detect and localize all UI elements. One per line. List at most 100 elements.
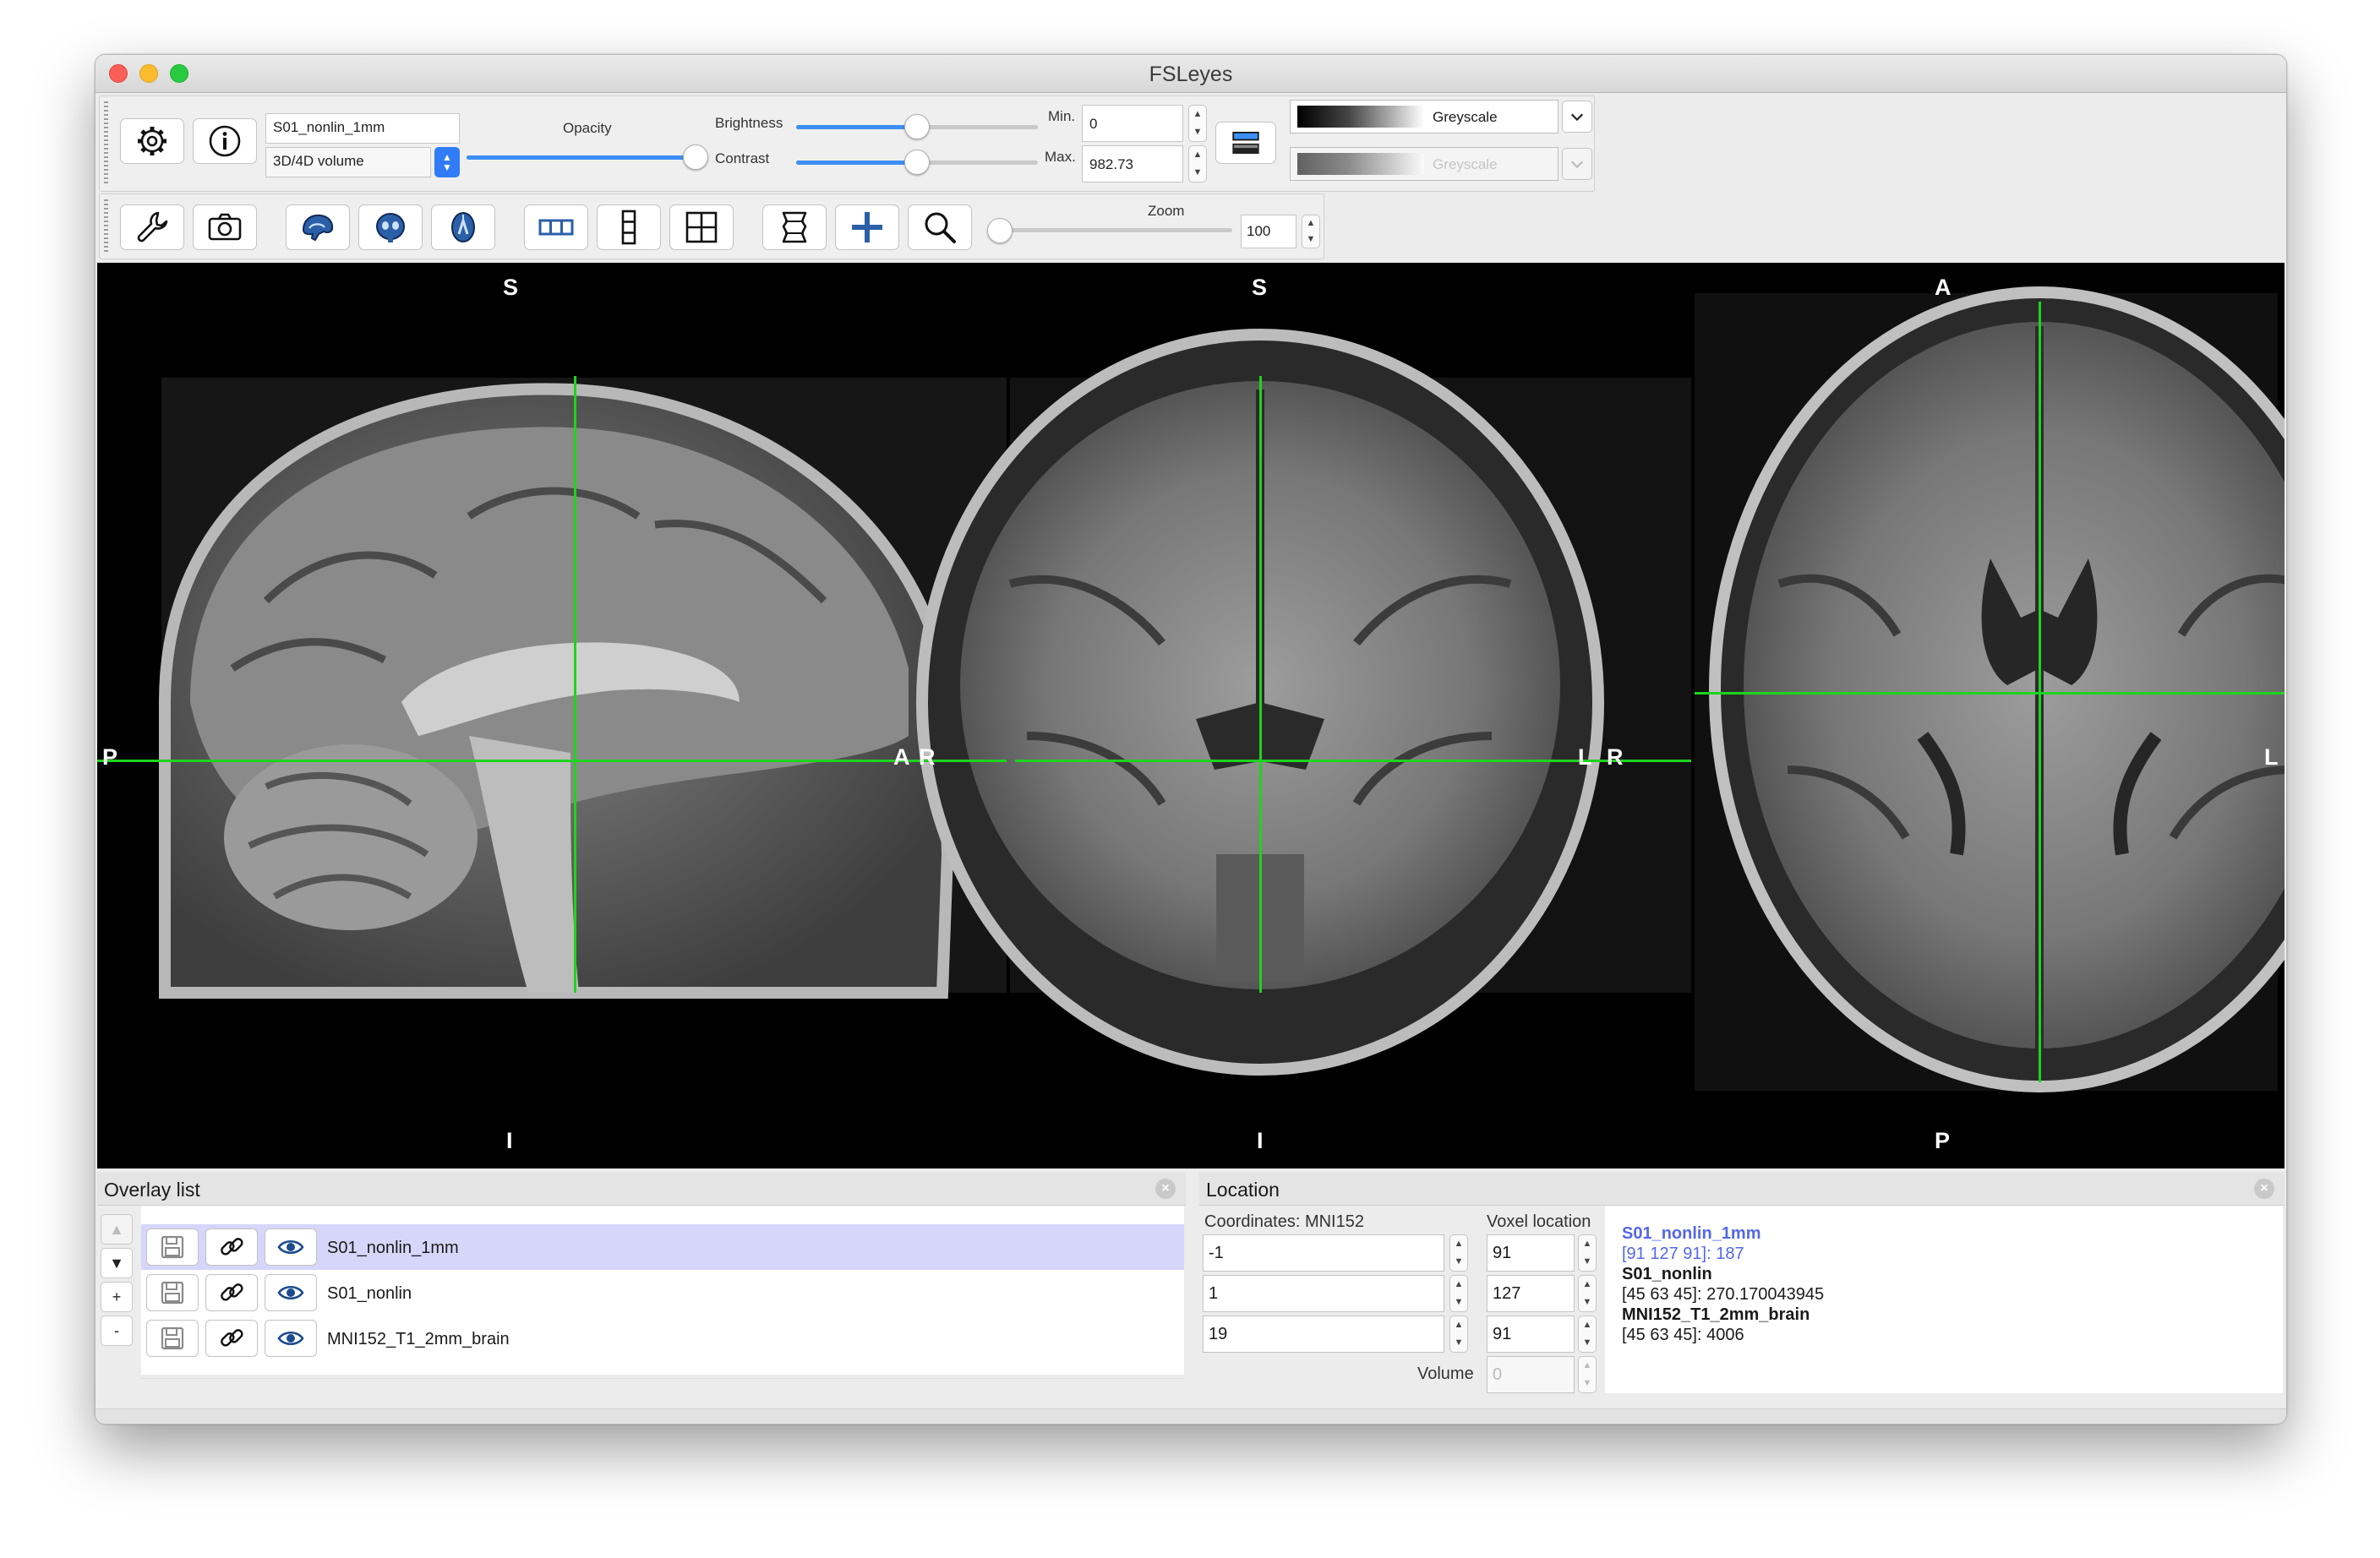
- opacity-slider-knob[interactable]: [683, 144, 708, 170]
- toggle-visibility-button[interactable]: [265, 1228, 317, 1266]
- colormap-gradient: [1297, 106, 1424, 128]
- location-title: Location: [1206, 1179, 1280, 1201]
- overlay-type-dropdown-arrow[interactable]: ▲ ▼: [434, 147, 460, 177]
- overlay-type-select[interactable]: 3D/4D volume: [265, 147, 431, 177]
- close-overlay-list-button[interactable]: ×: [1155, 1179, 1176, 1199]
- max-value-stepper[interactable]: ▲ ▼: [1188, 145, 1207, 182]
- min-value-field[interactable]: 0: [1082, 105, 1183, 142]
- chain-link-icon: [221, 1329, 243, 1347]
- vertical-layout-button[interactable]: [597, 204, 661, 250]
- display-settings-button[interactable]: [120, 118, 184, 164]
- overlay-name-field[interactable]: S01_nonlin_1mm: [265, 113, 460, 144]
- grid-layout-icon: [685, 211, 718, 243]
- colormap-dropdown[interactable]: [1562, 101, 1592, 133]
- min-value-stepper[interactable]: ▲ ▼: [1188, 105, 1207, 142]
- voxel-y-field[interactable]: 127: [1487, 1275, 1575, 1312]
- link-overlay-button[interactable]: [205, 1228, 258, 1266]
- toggle-cursor-button[interactable]: [835, 204, 899, 250]
- view-settings-button[interactable]: [120, 204, 184, 250]
- sagittal-slice-image: [159, 378, 1007, 999]
- location-info-panel: S01_nonlin_1mm [91 127 91]: 187 S01_nonl…: [1605, 1206, 2283, 1393]
- coronal-label-bottom: I: [1257, 1128, 1264, 1153]
- coordinate-x-stepper[interactable]: ▲ ▼: [1449, 1234, 1468, 1272]
- brightness-slider-knob[interactable]: [904, 114, 930, 139]
- grid-layout-button[interactable]: [669, 204, 734, 250]
- coordinate-x-field[interactable]: -1: [1203, 1234, 1444, 1272]
- movie-mode-button[interactable]: [762, 204, 827, 250]
- move-overlay-down-button[interactable]: ▼: [101, 1248, 133, 1278]
- coronal-label-left: R: [919, 744, 936, 770]
- axial-label-bottom: P: [1935, 1128, 1951, 1153]
- zoom-value-field[interactable]: 100: [1241, 215, 1296, 248]
- link-overlay-button[interactable]: [205, 1320, 258, 1357]
- sagittal-label-right: A: [893, 744, 910, 770]
- coordinate-z-stepper[interactable]: ▲ ▼: [1449, 1316, 1468, 1353]
- voxel-x-field[interactable]: 91: [1487, 1234, 1575, 1272]
- add-overlay-button[interactable]: +: [101, 1282, 133, 1312]
- eye-icon: [277, 1285, 304, 1300]
- move-overlay-up-button[interactable]: ▲: [101, 1214, 133, 1245]
- toggle-axial-button[interactable]: [431, 204, 495, 250]
- coordinate-y-stepper[interactable]: ▲ ▼: [1449, 1275, 1468, 1312]
- toggle-coronal-button[interactable]: [358, 204, 423, 250]
- crosshair-plus-icon: [852, 212, 882, 242]
- remove-overlay-button[interactable]: -: [101, 1316, 133, 1346]
- colormap-label: Greyscale: [1433, 109, 1498, 125]
- zoom-tool-button[interactable]: [908, 204, 972, 250]
- voxel-y-stepper[interactable]: ▲ ▼: [1578, 1275, 1597, 1312]
- info-overlay-name: S01_nonlin: [1622, 1265, 1712, 1283]
- zoom-slider-knob[interactable]: [987, 218, 1013, 243]
- toggle-visibility-button[interactable]: [265, 1274, 317, 1311]
- overlay-display-toolbar: S01_nonlin_1mm 3D/4D volume ▲ ▼ Opacity B…: [99, 95, 1595, 192]
- coronal-cursor-vertical: [1259, 376, 1262, 993]
- coordinate-z-field[interactable]: 19: [1203, 1316, 1444, 1353]
- wrench-icon: [137, 211, 168, 242]
- brain-slices: [159, 286, 2284, 1092]
- overlay-info-button[interactable]: [193, 118, 257, 164]
- max-value-field[interactable]: 982.73: [1082, 145, 1183, 182]
- horizontal-layout-button[interactable]: [524, 204, 588, 250]
- sagittal-label-left: P: [102, 744, 118, 770]
- info-overlay-value: [91 127 91]: 187: [1622, 1245, 1744, 1263]
- sagittal-label-bottom: I: [506, 1128, 513, 1153]
- coronal-brain-icon: [376, 213, 405, 242]
- overlay-list-item[interactable]: MNI152_T1_2mm_brain: [141, 1316, 1184, 1361]
- save-overlay-button[interactable]: [146, 1228, 199, 1266]
- overlay-list-item[interactable]: S01_nonlin: [141, 1270, 1184, 1316]
- zoom-stepper[interactable]: ▲ ▼: [1302, 215, 1320, 248]
- coordinates-label: Coordinates: MNI152: [1204, 1212, 1364, 1231]
- chain-link-icon: [221, 1283, 243, 1301]
- axial-brain-icon: [451, 212, 475, 242]
- toolbar-grip[interactable]: [104, 199, 108, 253]
- coronal-label-top: S: [1252, 275, 1268, 300]
- reset-display-range-button[interactable]: [1215, 122, 1276, 164]
- colormap-select[interactable]: Greyscale: [1290, 100, 1558, 133]
- zoom-slider[interactable]: [999, 228, 1232, 232]
- overlay-list-scrollbar[interactable]: [141, 1378, 1184, 1391]
- volume-label: Volume: [1417, 1365, 1474, 1383]
- eye-icon: [277, 1239, 304, 1255]
- horizontal-layout-icon: [538, 219, 574, 236]
- ortho-canvas[interactable]: S I P A S I R L A P R L: [97, 263, 2284, 1168]
- toggle-visibility-button[interactable]: [265, 1320, 317, 1357]
- save-overlay-button[interactable]: [146, 1274, 199, 1311]
- save-overlay-button[interactable]: [146, 1320, 199, 1357]
- sagittal-cursor-vertical: [574, 376, 576, 993]
- volume-stepper: ▲ ▼: [1578, 1356, 1597, 1393]
- voxel-z-field[interactable]: 91: [1487, 1316, 1575, 1353]
- chevron-down-icon: ▼: [442, 161, 452, 173]
- link-overlay-button[interactable]: [205, 1274, 258, 1311]
- voxel-z-stepper[interactable]: ▲ ▼: [1578, 1316, 1597, 1353]
- overlay-list-item[interactable]: S01_nonlin_1mm: [141, 1224, 1184, 1270]
- opacity-slider[interactable]: [467, 155, 695, 160]
- contrast-slider-knob[interactable]: [904, 150, 930, 175]
- voxel-x-stepper[interactable]: ▲ ▼: [1578, 1234, 1597, 1272]
- coordinate-y-field[interactable]: 1: [1203, 1275, 1444, 1312]
- toggle-sagittal-button[interactable]: [286, 204, 350, 250]
- toolbar-grip[interactable]: [104, 101, 108, 186]
- screenshot-button[interactable]: [193, 204, 257, 250]
- close-location-button[interactable]: ×: [2254, 1179, 2274, 1199]
- axial-cursor-horizontal: [1695, 692, 2284, 695]
- negative-colormap-label: Greyscale: [1433, 156, 1498, 172]
- ortho-view-toolbar: Zoom 100 ▲ ▼: [99, 193, 1324, 259]
